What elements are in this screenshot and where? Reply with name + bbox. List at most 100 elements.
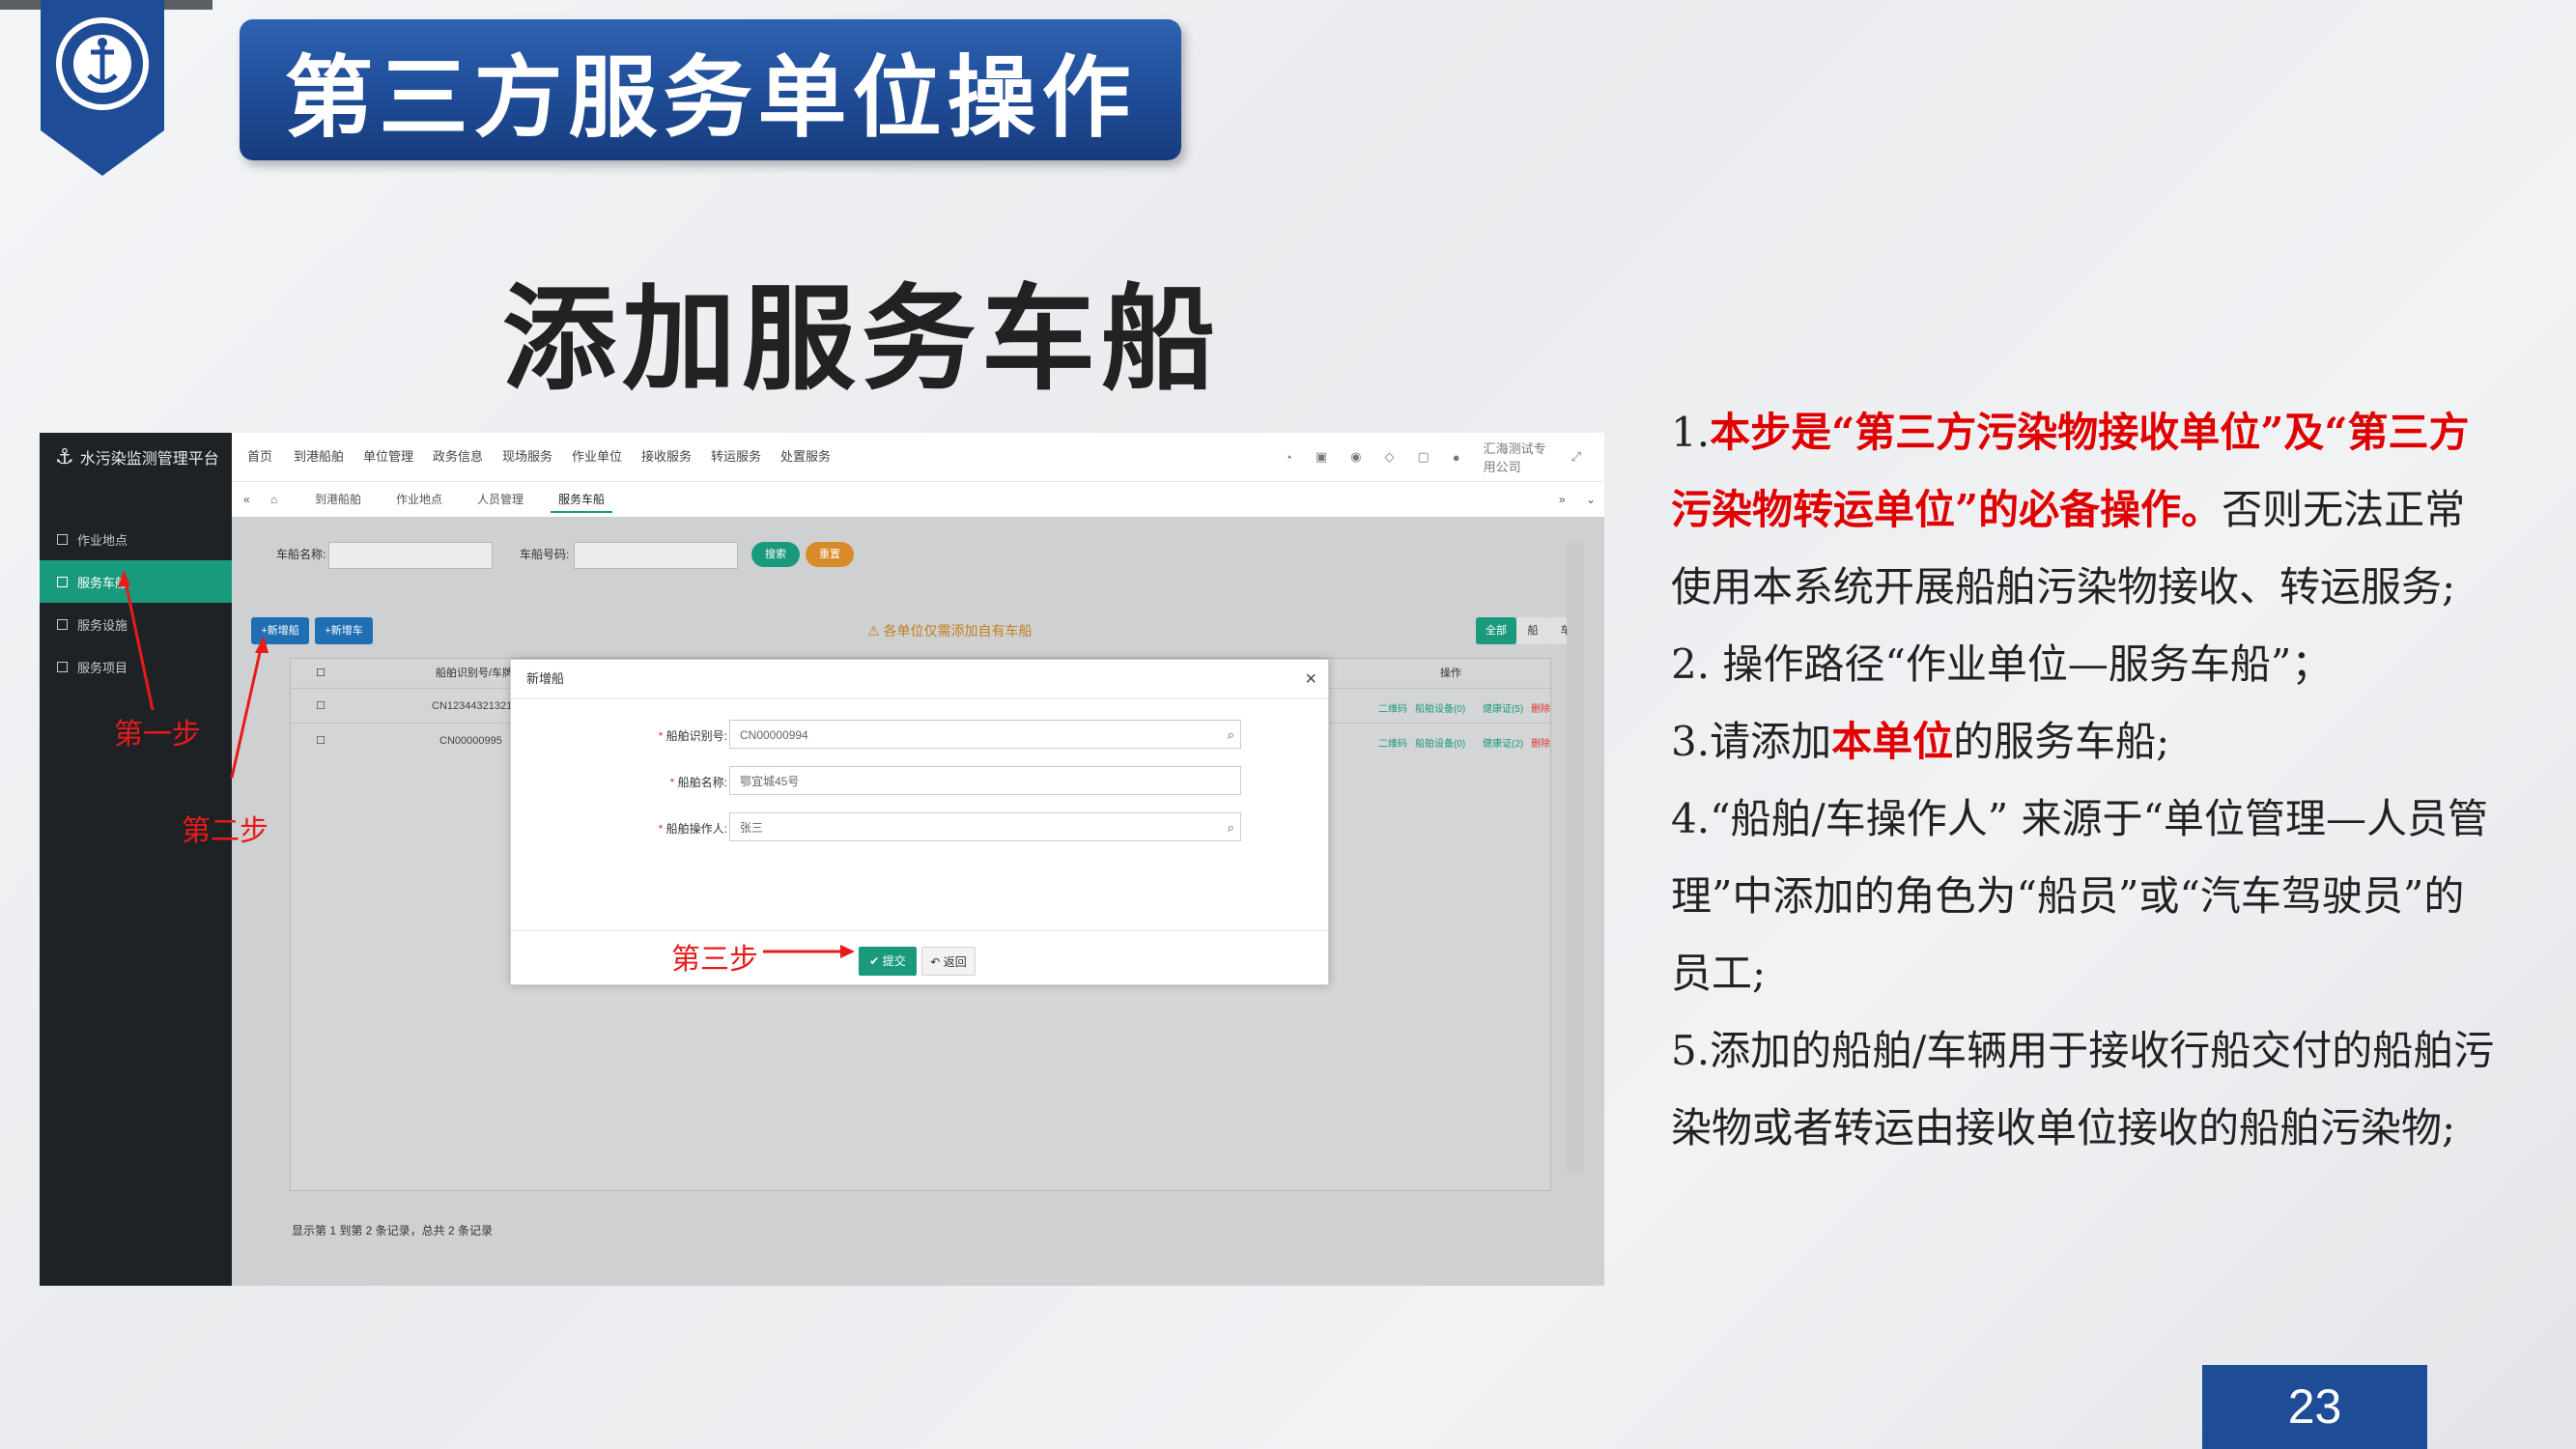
- nav-arrived-ships[interactable]: 到港船舶: [294, 433, 344, 481]
- ship-name-field[interactable]: 鄂宜城45号: [729, 766, 1241, 795]
- filter-all-button[interactable]: 全部: [1476, 617, 1516, 644]
- health-cert-link[interactable]: 健康证(2): [1483, 735, 1523, 750]
- ship-operator-value: 张三: [740, 821, 764, 835]
- square-icon: [57, 661, 68, 672]
- field-label-ship-name: * 船舶名称:: [669, 776, 727, 789]
- page-number: 23: [2202, 1365, 2427, 1449]
- row-id: CN00000995: [439, 735, 502, 747]
- submit-button[interactable]: ✔ 提交: [859, 947, 917, 976]
- chevron-down-icon[interactable]: ⌄: [1578, 488, 1603, 511]
- tab-scroll-left-icon[interactable]: «: [236, 488, 258, 511]
- modal-title: 新增船: [526, 671, 565, 686]
- ship-name-value: 鄂宜城45号: [740, 775, 800, 788]
- vehicle-code-input[interactable]: [574, 542, 738, 569]
- add-car-button[interactable]: +新增车: [315, 617, 373, 644]
- step2-label: 第二步: [182, 814, 269, 848]
- scrollbar[interactable]: [1567, 541, 1584, 1174]
- fullscreen-icon[interactable]: ⤢: [1571, 449, 1581, 465]
- ship-operator-field[interactable]: 张三 ⌕: [729, 812, 1241, 841]
- vehicle-name-input[interactable]: [328, 542, 493, 569]
- calendar-icon[interactable]: ▣: [1316, 449, 1327, 465]
- nav-receive-service[interactable]: 接收服务: [641, 433, 692, 481]
- msa-logo-icon: [41, 0, 164, 176]
- tag-icon[interactable]: ◇: [1385, 449, 1395, 465]
- row-checkbox[interactable]: ☐: [316, 724, 326, 758]
- step1-label: 第一步: [114, 718, 201, 752]
- sidebar-item-label: 作业地点: [77, 532, 128, 548]
- home-icon[interactable]: ⌂: [263, 488, 285, 511]
- filter-ship-button[interactable]: 船: [1516, 617, 1549, 644]
- nav-disposal-service[interactable]: 处置服务: [780, 433, 831, 481]
- nav-field-service[interactable]: 现场服务: [502, 433, 552, 481]
- nav-government-info[interactable]: 政务信息: [433, 433, 483, 481]
- back-button[interactable]: ↶ 返回: [921, 947, 976, 976]
- ship-id-field[interactable]: CN00000994 ⌕: [729, 720, 1241, 749]
- sidebar-item-label: 服务设施: [77, 617, 128, 633]
- tab-service-vehicles[interactable]: 服务车船: [551, 488, 613, 513]
- nav-work-unit[interactable]: 作业单位: [572, 433, 622, 481]
- vehicle-code-label: 车船号码:: [520, 548, 570, 561]
- nav-home[interactable]: 首页: [247, 433, 272, 481]
- ship-equipment-link[interactable]: 船舶设备(0): [1415, 700, 1465, 715]
- reset-button[interactable]: 重置: [806, 542, 854, 567]
- col-header-ops: 操作: [1440, 668, 1461, 679]
- delete-link[interactable]: 删除: [1531, 700, 1550, 715]
- sidebar-item-work-site[interactable]: 作业地点: [40, 518, 232, 560]
- sidebar-item-label: 服务项目: [77, 660, 128, 675]
- row-id: CN12344321321: [432, 700, 513, 712]
- square-icon: [57, 533, 68, 545]
- sidebar-item-service-vehicles[interactable]: 服务车船: [40, 560, 232, 603]
- close-icon[interactable]: ×: [1305, 660, 1316, 698]
- instruction-5: 5.添加的船舶/车辆用于接收行船交付的船舶污染物或者转运由接收单位接收的船舶污染…: [1671, 1027, 2495, 1151]
- nav-transfer-service[interactable]: 转运服务: [711, 433, 761, 481]
- delete-link[interactable]: 删除: [1531, 735, 1550, 750]
- qrcode-link[interactable]: 二维码: [1378, 735, 1407, 750]
- instruction-3: 3.请添加本单位的服务车船;: [1671, 718, 2170, 765]
- nav-unit-management[interactable]: 单位管理: [363, 433, 413, 481]
- nav-right-tools: ◔ ▣ ◉ ◇ ▢ ● 汇海测试专用公司 ⤢: [1285, 433, 1604, 481]
- field-label-ship-id: * 船舶识别号:: [658, 729, 727, 743]
- chat-icon[interactable]: ◉: [1350, 449, 1361, 465]
- instruction-3-highlight: 本单位: [1831, 718, 1954, 765]
- app-top-nav: 首页 到港船舶 单位管理 政务信息 现场服务 作业单位 接收服务 转运服务 处置…: [232, 433, 1604, 482]
- lock-icon[interactable]: ▢: [1418, 449, 1430, 465]
- square-icon: [57, 618, 68, 630]
- modal-footer: ✔ 提交 ↶ 返回: [511, 930, 1328, 985]
- ship-equipment-link[interactable]: 船舶设备(0): [1415, 735, 1465, 750]
- instruction-4: 4.“船舶/车操作人” 来源于“单位管理—人员管理”中添加的角色为“船员”或“汽…: [1671, 795, 2488, 997]
- tab-arrived-ships[interactable]: 到港船舶: [307, 488, 369, 511]
- add-ship-modal: 新增船 × * 船舶识别号: CN00000994 ⌕ * 船舶名称: 鄂宜城4…: [510, 659, 1329, 985]
- tab-work-site[interactable]: 作业地点: [388, 488, 450, 511]
- bell-icon[interactable]: ◔: [1285, 450, 1292, 465]
- slide-title: 第三方服务单位操作: [284, 45, 1137, 150]
- avatar[interactable]: ●: [1453, 450, 1460, 465]
- health-cert-link[interactable]: 健康证(5): [1483, 700, 1523, 715]
- notice-label: 各单位仅需添加自有车船: [883, 623, 1033, 639]
- app-brand[interactable]: ⚓ 水污染监测管理平台: [40, 433, 232, 481]
- ship-id-value: CN00000994: [740, 728, 808, 742]
- field-label-ship-operator: * 船舶操作人:: [658, 822, 727, 836]
- sidebar-item-service-items[interactable]: 服务项目: [40, 645, 232, 688]
- tab-scroll-right-icon[interactable]: »: [1551, 488, 1573, 511]
- tab-personnel[interactable]: 人员管理: [469, 488, 531, 511]
- qrcode-link[interactable]: 二维码: [1378, 700, 1407, 715]
- sidebar-item-service-facilities[interactable]: 服务设施: [40, 603, 232, 645]
- select-all-checkbox[interactable]: ☐: [316, 659, 326, 688]
- instruction-1: 1.本步是“第三方污染物接收单位”及“第三方污染物转运单位”的必备操作。否则无法…: [1671, 409, 2470, 611]
- search-icon[interactable]: ⌕: [1228, 721, 1234, 750]
- square-icon: [57, 576, 68, 587]
- notice-text: ⚠ 各单位仅需添加自有车船: [867, 623, 1033, 639]
- user-name[interactable]: 汇海测试专用公司: [1484, 439, 1548, 475]
- sidebar-item-label: 服务车船: [77, 575, 128, 590]
- search-icon[interactable]: ⌕: [1228, 813, 1234, 842]
- app-sidebar: ⚓ 水污染监测管理平台 作业地点 服务车船 服务设施 服务项目: [40, 433, 232, 1286]
- step3-label: 第三步: [671, 943, 758, 977]
- slide-title-bar: 第三方服务单位操作: [240, 19, 1181, 160]
- tab-bar: « ⌂ 到港船舶 作业地点 人员管理 服务车船 » ⌄: [232, 482, 1604, 518]
- pager-text: 显示第 1 到第 2 条记录，总共 2 条记录: [292, 1224, 494, 1237]
- add-ship-button[interactable]: +新增船: [251, 617, 309, 644]
- search-button[interactable]: 搜索: [751, 542, 800, 567]
- app-brand-label: 水污染监测管理平台: [79, 451, 219, 468]
- row-checkbox[interactable]: ☐: [316, 689, 326, 724]
- modal-header: 新增船 ×: [511, 660, 1328, 699]
